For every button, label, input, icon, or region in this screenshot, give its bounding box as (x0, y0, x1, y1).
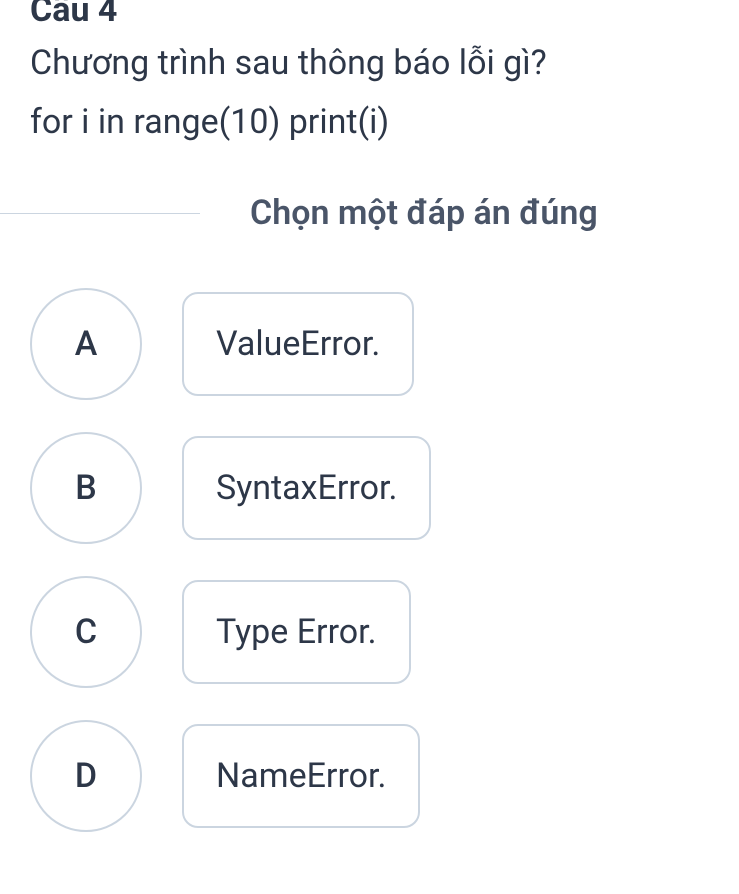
option-text-c: Type Error. (182, 580, 411, 684)
option-text-d: NameError. (182, 724, 420, 828)
answer-option-c[interactable]: C Type Error. (30, 576, 709, 688)
answer-option-a[interactable]: A ValueError. (30, 288, 709, 400)
option-letter-a: A (30, 288, 142, 400)
instruction-text: Chọn một đáp án đúng (250, 193, 598, 233)
option-letter-b: B (30, 432, 142, 544)
option-letter-d: D (30, 720, 142, 832)
option-letter-c: C (30, 576, 142, 688)
answer-option-d[interactable]: D NameError. (30, 720, 709, 832)
question-code: for i in range(10) print(i) (30, 97, 709, 148)
answer-option-b[interactable]: B SyntaxError. (30, 432, 709, 544)
option-text-b: SyntaxError. (182, 436, 431, 540)
question-text: Chương trình sau thông báo lỗi gì? (30, 38, 709, 89)
option-text-a: ValueError. (182, 292, 414, 396)
instruction-line (0, 213, 200, 214)
instruction-row: Chọn một đáp án đúng (30, 193, 709, 233)
question-number: Câu 4 (30, 0, 709, 30)
